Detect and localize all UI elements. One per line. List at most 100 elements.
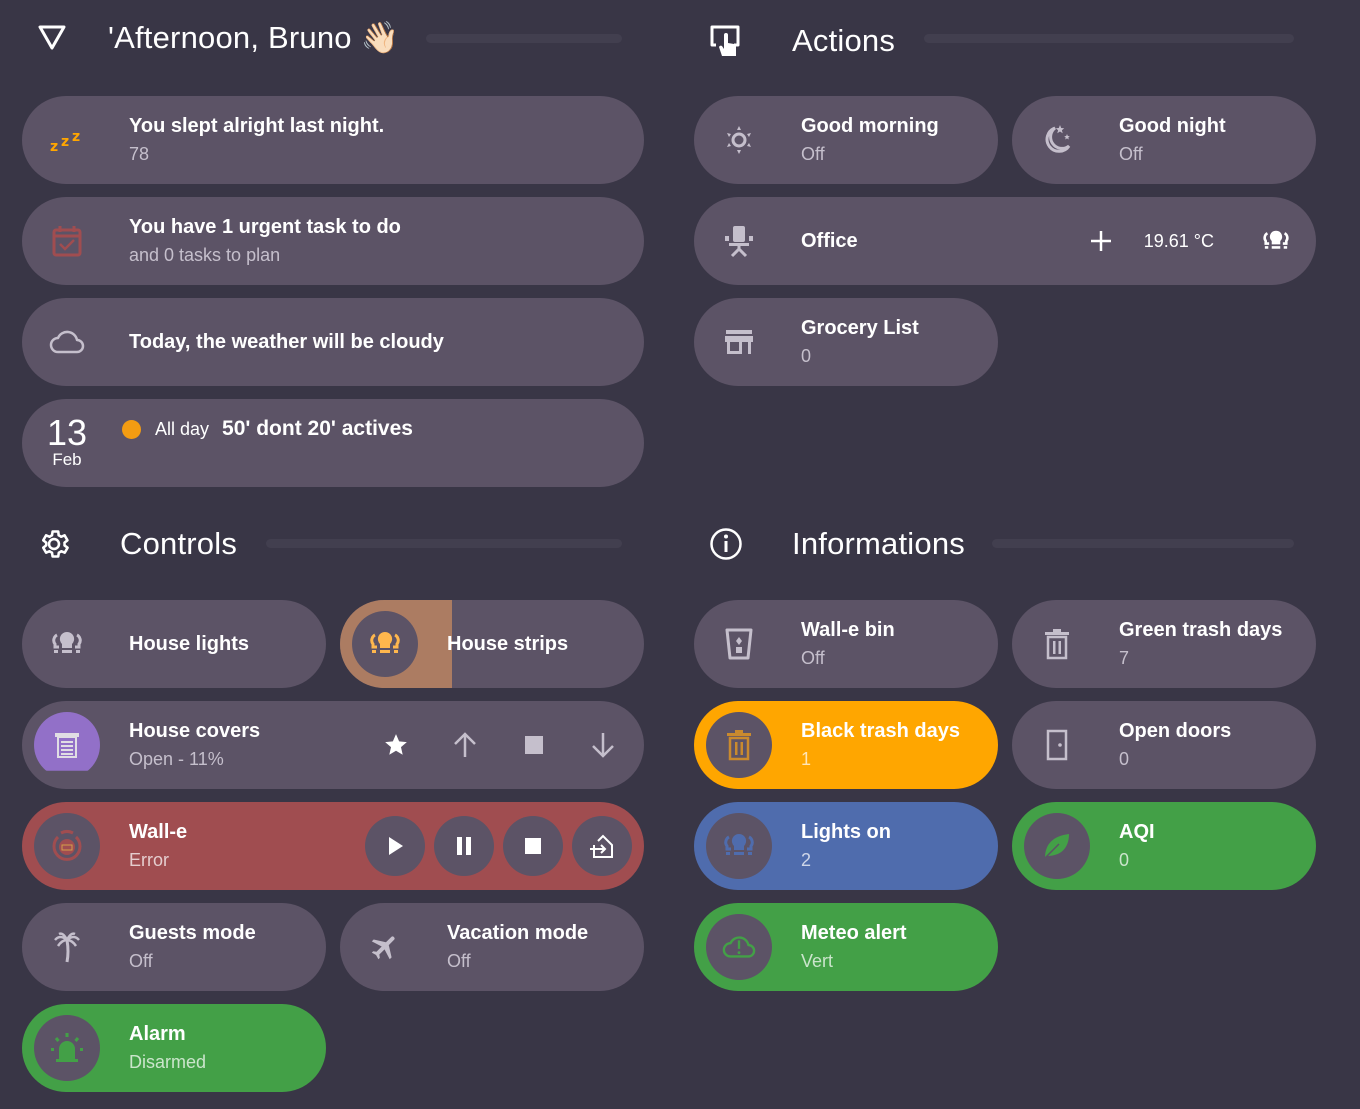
meteo-alert-card[interactable]: Meteo alert Vert <box>694 903 998 991</box>
office-name: Office <box>801 229 858 252</box>
wall-e-bin-card[interactable]: Wall-e bin Off <box>694 600 998 688</box>
cloud-icon <box>34 309 100 375</box>
greeting-heading: 'Afternoon, Bruno 👋🏻 <box>32 12 399 62</box>
vacuum-pause-button[interactable] <box>434 816 494 876</box>
calendar-event-card[interactable]: 13 Feb All day 50' dont 20' actives <box>22 399 644 487</box>
good-morning-state: Off <box>801 144 825 164</box>
meteo-alert-name: Meteo alert <box>801 922 907 944</box>
house-strips-name: House strips <box>447 632 569 655</box>
wall-e-vacuum-card[interactable]: Wall-e Error <box>22 802 644 890</box>
vacation-mode-card[interactable]: Vacation mode Off <box>340 903 644 991</box>
good-night-state: Off <box>1119 144 1143 164</box>
event-month: Feb <box>52 450 82 469</box>
guests-mode-name: Guests mode <box>129 922 256 944</box>
tasks-card[interactable]: You have 1 urgent task to do and 0 tasks… <box>22 197 644 285</box>
tasks-subtitle: and 0 tasks to plan <box>129 245 281 265</box>
open-doors-value: 0 <box>1119 749 1130 769</box>
palm-tree-icon <box>34 914 100 980</box>
vacation-mode-name: Vacation mode <box>447 922 589 944</box>
wall-e-state: Error <box>129 850 169 870</box>
cover-open-button[interactable] <box>434 714 496 776</box>
sleep-zzz-icon: z z z <box>34 107 100 173</box>
lightbulb-group-icon[interactable] <box>1254 210 1298 272</box>
event-date: 13 Feb <box>34 412 100 470</box>
heading-divider <box>992 539 1294 548</box>
office-temperature: 19.61 °C <box>1143 230 1214 251</box>
green-trash-days-value: 7 <box>1119 648 1130 668</box>
calendar-check-icon <box>34 208 100 274</box>
green-trash-days-card[interactable]: Green trash days 7 <box>1012 600 1316 688</box>
lights-on-name: Lights on <box>801 821 891 843</box>
airplane-icon <box>352 914 418 980</box>
sleep-card[interactable]: z z z You slept alright last night. 78 <box>22 96 644 184</box>
good-morning-card[interactable]: Good morning Off <box>694 96 998 184</box>
svg-text:z: z <box>72 129 80 145</box>
good-night-card[interactable]: Good night Off <box>1012 96 1316 184</box>
event-color-dot <box>122 419 141 439</box>
house-covers-card[interactable]: House covers Open - 11% <box>22 701 644 789</box>
alarm-card[interactable]: Alarm Disarmed <box>22 1004 326 1092</box>
house-lights-card[interactable]: House lights <box>22 600 326 688</box>
guests-mode-card[interactable]: Guests mode Off <box>22 903 326 991</box>
guests-mode-state: Off <box>129 951 153 971</box>
open-doors-card[interactable]: Open doors 0 <box>1012 701 1316 789</box>
robot-vacuum-icon <box>34 813 100 879</box>
gear-icon <box>34 524 74 564</box>
leaf-icon <box>1024 813 1090 879</box>
vacuum-start-button[interactable] <box>365 816 425 876</box>
sleep-title: You slept alright last night. <box>129 115 385 137</box>
alarm-light-icon <box>34 1015 100 1081</box>
aqi-value: 0 <box>1119 850 1130 870</box>
lights-on-card[interactable]: Lights on 2 <box>694 802 998 890</box>
house-strips-slider[interactable]: House strips <box>340 600 644 688</box>
vacuum-stop-button[interactable] <box>503 816 563 876</box>
cover-stop-button[interactable] <box>503 714 565 776</box>
bin-icon <box>706 611 772 677</box>
office-card[interactable]: Office 19.61 °C <box>694 197 1316 285</box>
cover-close-button[interactable] <box>572 714 634 776</box>
alarm-name: Alarm <box>129 1023 186 1045</box>
grocery-list-name: Grocery List <box>801 317 919 339</box>
green-trash-days-name: Green trash days <box>1119 619 1283 641</box>
heading-divider <box>426 34 622 43</box>
wall-e-bin-state: Off <box>801 648 825 668</box>
alarm-state: Disarmed <box>129 1052 207 1072</box>
wall-e-name: Wall-e <box>129 821 188 843</box>
aqi-name: AQI <box>1119 821 1155 843</box>
sleep-score: 78 <box>129 144 150 164</box>
heading-divider <box>266 539 622 548</box>
event-day: 13 <box>46 412 88 453</box>
favorite-star-button[interactable] <box>365 714 427 776</box>
greeting-title: 'Afternoon, Bruno 👋🏻 <box>108 19 400 55</box>
lights-on-value: 2 <box>801 850 812 870</box>
event-row: All day 50' dont 20' actives <box>122 417 413 441</box>
weather-card[interactable]: Today, the weather will be cloudy <box>22 298 644 386</box>
house-covers-name: House covers <box>129 720 261 742</box>
info-circle-icon <box>706 524 746 564</box>
black-trash-days-card[interactable]: Black trash days 1 <box>694 701 998 789</box>
good-night-name: Good night <box>1119 115 1226 137</box>
controls-title: Controls <box>120 526 238 561</box>
sun-icon <box>706 107 772 173</box>
svg-text:z: z <box>50 139 58 155</box>
informations-heading: Informations <box>706 519 965 569</box>
controls-heading: Controls <box>34 519 237 569</box>
good-morning-name: Good morning <box>801 115 939 137</box>
grocery-list-count: 0 <box>801 346 812 366</box>
trash-can-icon <box>706 712 772 778</box>
triangle-down-icon[interactable] <box>32 17 72 57</box>
plus-icon[interactable] <box>1079 210 1123 272</box>
wall-e-bin-name: Wall-e bin <box>801 619 895 641</box>
tasks-title: You have 1 urgent task to do <box>129 216 401 238</box>
covers-actions <box>365 714 634 776</box>
aqi-card[interactable]: AQI 0 <box>1012 802 1316 890</box>
black-trash-days-value: 1 <box>801 749 812 769</box>
touch-screen-icon <box>706 21 746 61</box>
garage-door-icon <box>34 712 100 771</box>
vacuum-actions <box>356 816 632 876</box>
grocery-list-card[interactable]: Grocery List 0 <box>694 298 998 386</box>
informations-title: Informations <box>792 526 965 561</box>
vacuum-return-home-button[interactable] <box>572 816 632 876</box>
open-doors-name: Open doors <box>1119 720 1232 742</box>
actions-title: Actions <box>792 23 896 58</box>
